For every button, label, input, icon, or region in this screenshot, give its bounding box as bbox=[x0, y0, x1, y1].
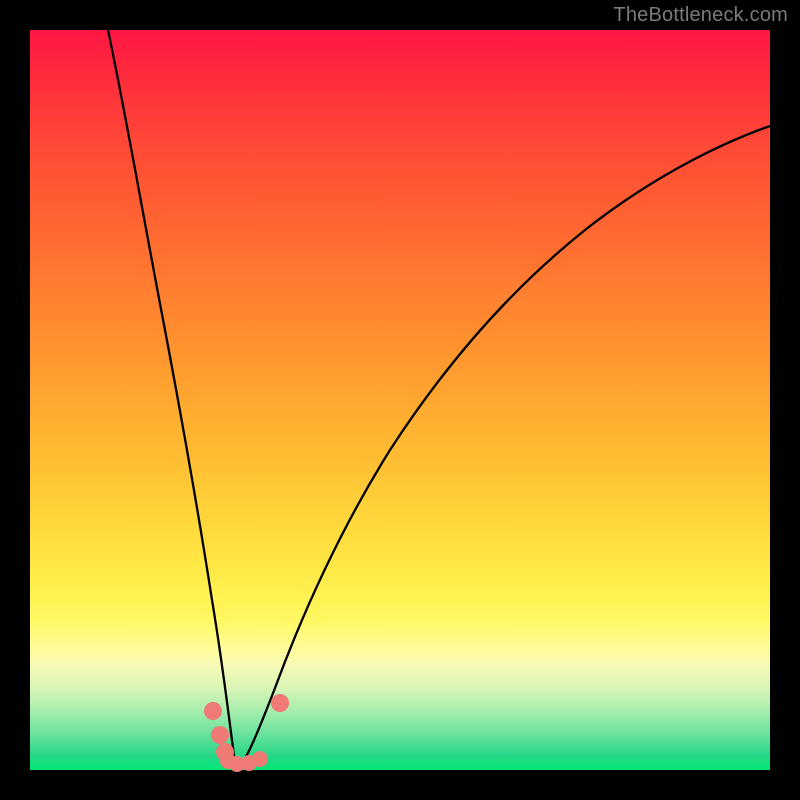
curve-marker bbox=[252, 751, 268, 767]
curve-marker bbox=[211, 726, 229, 744]
chart-frame: TheBottleneck.com bbox=[0, 0, 800, 800]
curve-right bbox=[236, 126, 770, 770]
plot-area bbox=[30, 30, 770, 770]
curve-marker bbox=[271, 694, 289, 712]
watermark: TheBottleneck.com bbox=[613, 4, 788, 27]
bottleneck-curve bbox=[30, 30, 770, 770]
curve-left bbox=[108, 30, 236, 770]
curve-marker bbox=[204, 702, 222, 720]
